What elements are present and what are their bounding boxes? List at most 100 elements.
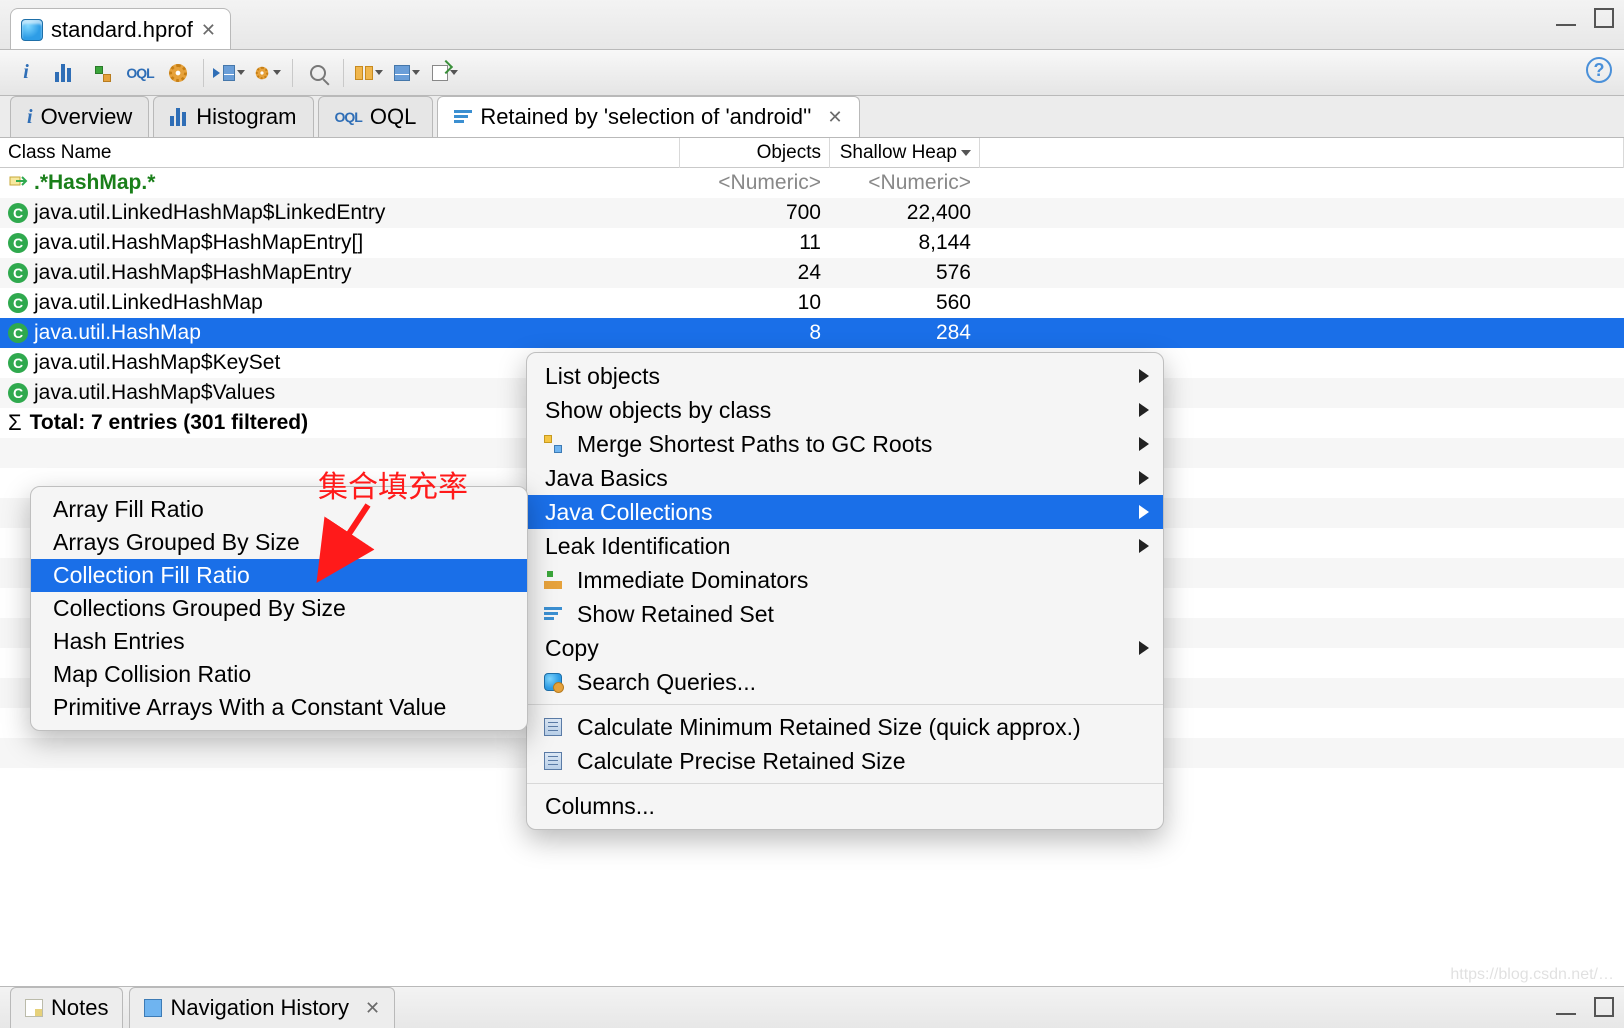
- maximize-icon[interactable]: [1594, 8, 1614, 28]
- calculator-icon: [541, 752, 565, 770]
- run-query-button[interactable]: [213, 57, 245, 89]
- menu-java-basics[interactable]: Java Basics: [527, 461, 1163, 495]
- menu-immediate-dominators[interactable]: Immediate Dominators: [527, 563, 1163, 597]
- cell-objects: 700: [786, 201, 821, 225]
- menu-merge-paths[interactable]: Merge Shortest Paths to GC Roots: [527, 427, 1163, 461]
- tab-navigation-history[interactable]: Navigation History ✕: [129, 987, 395, 1028]
- close-icon[interactable]: ✕: [827, 107, 842, 128]
- menu-java-collections[interactable]: Java Collections: [527, 495, 1163, 529]
- col-class-name[interactable]: Class Name: [0, 138, 680, 168]
- menu-calc-min-retained[interactable]: Calculate Minimum Retained Size (quick a…: [527, 710, 1163, 744]
- oql-button[interactable]: OQL: [124, 57, 156, 89]
- note-icon: [25, 999, 43, 1017]
- col-label: Shallow Heap: [840, 142, 957, 164]
- total-text: Total: 7 entries (301 filtered): [30, 411, 309, 435]
- tab-oql[interactable]: OQLOQL: [318, 96, 434, 137]
- query-browser-button[interactable]: [251, 57, 283, 89]
- menu-list-objects[interactable]: List objects: [527, 359, 1163, 393]
- submenu-hash-entries[interactable]: Hash Entries: [31, 625, 527, 658]
- info-button[interactable]: [10, 57, 42, 89]
- separator: [343, 59, 344, 87]
- close-icon[interactable]: ✕: [365, 998, 380, 1019]
- cell-heap: 284: [936, 321, 971, 345]
- table-row-selected[interactable]: Cjava.util.HashMap8284: [0, 318, 1624, 348]
- submenu-arrays-grouped-by-size[interactable]: Arrays Grouped By Size: [31, 526, 527, 559]
- info-icon: [27, 106, 33, 129]
- cell-objects: 24: [798, 261, 821, 285]
- tab-notes[interactable]: Notes: [10, 987, 123, 1028]
- col-shallow-heap[interactable]: Shallow Heap: [830, 138, 980, 168]
- oql-icon: OQL: [126, 65, 153, 81]
- menu-show-retained-set[interactable]: Show Retained Set: [527, 597, 1163, 631]
- menu-search-queries[interactable]: Search Queries...: [527, 665, 1163, 699]
- filter-row[interactable]: .*HashMap.* <Numeric> <Numeric>: [0, 168, 1624, 198]
- file-tab-title: standard.hprof: [51, 17, 193, 43]
- tab-histogram[interactable]: Histogram: [153, 96, 313, 137]
- file-tab[interactable]: standard.hprof ✕: [10, 8, 231, 49]
- tab-label: Navigation History: [170, 995, 349, 1021]
- cell-objects: 8: [809, 321, 821, 345]
- minimize-icon[interactable]: [1556, 16, 1576, 26]
- tree-button[interactable]: [86, 57, 118, 89]
- view-tabs: Overview Histogram OQLOQL Retained by 's…: [0, 96, 1624, 138]
- find-button[interactable]: [302, 57, 334, 89]
- menu-label: Columns...: [545, 793, 655, 820]
- submenu-label: Collection Fill Ratio: [53, 562, 250, 589]
- submenu-map-collision-ratio[interactable]: Map Collision Ratio: [31, 658, 527, 691]
- submenu-collection-fill-ratio[interactable]: Collection Fill Ratio: [31, 559, 527, 592]
- bottom-view-bar: Notes Navigation History ✕: [0, 986, 1624, 1028]
- class-icon: C: [8, 233, 28, 253]
- tab-overview[interactable]: Overview: [10, 96, 149, 137]
- calculator-icon: [394, 65, 410, 81]
- cell-objects: 10: [798, 291, 821, 315]
- filter-text: .*HashMap.*: [34, 171, 155, 195]
- help-button[interactable]: ?: [1586, 57, 1612, 83]
- submenu-collections-grouped-by-size[interactable]: Collections Grouped By Size: [31, 592, 527, 625]
- table-row[interactable]: Cjava.util.LinkedHashMap10560: [0, 288, 1624, 318]
- export-button[interactable]: [429, 57, 461, 89]
- cell-name: java.util.LinkedHashMap$LinkedEntry: [34, 201, 385, 225]
- menu-label: List objects: [545, 363, 660, 390]
- grid-icon: [223, 65, 235, 81]
- table-row[interactable]: Cjava.util.LinkedHashMap$LinkedEntry7002…: [0, 198, 1624, 228]
- submenu-primitive-arrays-constant[interactable]: Primitive Arrays With a Constant Value: [31, 691, 527, 724]
- group-button[interactable]: [353, 57, 385, 89]
- class-icon: C: [8, 263, 28, 283]
- sort-desc-icon: [961, 150, 971, 156]
- help-icon: ?: [1594, 60, 1605, 81]
- menu-copy[interactable]: Copy: [527, 631, 1163, 665]
- maximize-icon[interactable]: [1594, 997, 1614, 1017]
- search-db-icon: [541, 673, 565, 691]
- table-row[interactable]: Cjava.util.HashMap$HashMapEntry24576: [0, 258, 1624, 288]
- settings-button[interactable]: [162, 57, 194, 89]
- table-row[interactable]: Cjava.util.HashMap$HashMapEntry[]118,144: [0, 228, 1624, 258]
- window-controls: [1556, 997, 1614, 1017]
- menu-label: Leak Identification: [545, 533, 730, 560]
- tab-label: Retained by 'selection of 'android'': [480, 104, 811, 130]
- chevron-down-icon: [450, 70, 458, 75]
- histogram-button[interactable]: [48, 57, 80, 89]
- cell-name: java.util.LinkedHashMap: [34, 291, 263, 315]
- menu-show-objects-by-class[interactable]: Show objects by class: [527, 393, 1163, 427]
- close-icon[interactable]: ✕: [201, 20, 216, 41]
- minimize-icon[interactable]: [1556, 1005, 1576, 1015]
- calculate-button[interactable]: [391, 57, 423, 89]
- tab-retained[interactable]: Retained by 'selection of 'android'' ✕: [437, 96, 859, 137]
- watermark: https://blog.csdn.net/…: [1450, 966, 1614, 984]
- menu-label: Merge Shortest Paths to GC Roots: [577, 431, 932, 458]
- search-icon: [310, 65, 326, 81]
- separator: [292, 59, 293, 87]
- merge-icon: [541, 435, 565, 453]
- export-icon: [432, 65, 448, 81]
- cell-heap: 22,400: [907, 201, 971, 225]
- menu-leak-identification[interactable]: Leak Identification: [527, 529, 1163, 563]
- regex-icon: [8, 173, 28, 193]
- col-objects[interactable]: Objects: [680, 138, 830, 168]
- class-icon: C: [8, 353, 28, 373]
- retained-icon: [454, 110, 472, 124]
- submenu-arrow-icon: [1139, 369, 1149, 383]
- group-icon: [355, 66, 373, 80]
- menu-columns[interactable]: Columns...: [527, 789, 1163, 823]
- file-tab-bar: standard.hprof ✕: [0, 0, 1624, 50]
- menu-calc-precise-retained[interactable]: Calculate Precise Retained Size: [527, 744, 1163, 778]
